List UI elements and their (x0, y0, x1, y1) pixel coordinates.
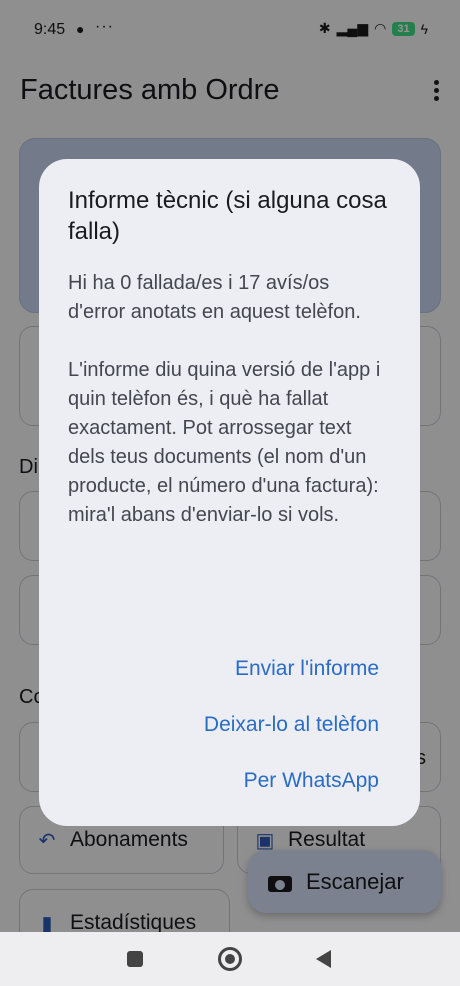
send-report-button[interactable]: Enviar l'informe (235, 655, 379, 683)
system-nav-bar (0, 932, 460, 986)
home-nav-icon[interactable] (218, 947, 242, 971)
keep-on-phone-button[interactable]: Deixar-lo al telèfon (204, 711, 379, 739)
dialog-actions: Enviar l'informe Deixar-lo al telèfon Pe… (204, 655, 379, 823)
back-nav-icon[interactable] (316, 950, 331, 968)
recents-nav-icon[interactable] (127, 951, 143, 967)
whatsapp-button[interactable]: Per WhatsApp (244, 767, 379, 795)
tech-report-dialog: Informe tècnic (si alguna cosa falla) Hi… (39, 159, 420, 826)
dialog-body: Hi ha 0 fallada/es i 17 avís/os d'error … (68, 272, 381, 526)
dialog-title: Informe tècnic (si alguna cosa falla) (68, 187, 387, 245)
